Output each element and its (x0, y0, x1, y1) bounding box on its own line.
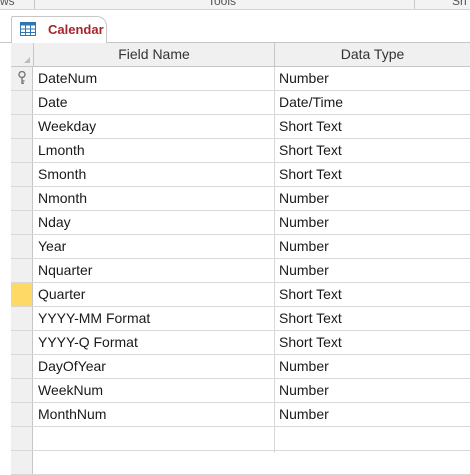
field-name-cell[interactable]: Nquarter (38, 259, 274, 282)
table-row[interactable]: Quarter Short Text (11, 283, 470, 307)
table-row[interactable]: YYYY-MM Format Short Text (11, 307, 470, 331)
data-type-cell[interactable]: Short Text (279, 307, 469, 330)
ribbon-group-labels: ws Tools Sh (0, 0, 470, 10)
data-type-cell[interactable] (279, 427, 469, 450)
primary-key-icon (18, 71, 26, 85)
data-type-cell[interactable]: Number (279, 379, 469, 402)
data-type-cell[interactable]: Short Text (279, 163, 469, 186)
row-selector[interactable] (11, 211, 33, 234)
table-row[interactable] (11, 427, 470, 451)
document-tab-bar: Calendar (0, 10, 470, 44)
field-name-cell[interactable]: Nday (38, 211, 274, 234)
field-name-cell[interactable]: YYYY-Q Format (38, 331, 274, 354)
table-row[interactable]: MonthNum Number (11, 403, 470, 427)
field-name-cell[interactable]: MonthNum (38, 403, 274, 426)
data-type-cell[interactable]: Number (279, 235, 469, 258)
field-name-cell[interactable]: YYYY-MM Format (38, 307, 274, 330)
row-selector[interactable] (11, 259, 33, 282)
row-selector[interactable] (11, 355, 33, 378)
row-selector[interactable] (11, 427, 33, 450)
field-name-cell[interactable]: Lmonth (38, 139, 274, 162)
tab-calendar[interactable]: Calendar (11, 16, 107, 43)
table-row[interactable]: Weekday Short Text (11, 115, 470, 139)
field-name-cell[interactable]: DateNum (38, 67, 274, 90)
field-name-cell[interactable] (38, 451, 274, 474)
table-row[interactable]: DateNum Number (11, 67, 470, 91)
data-type-cell[interactable]: Number (279, 211, 469, 234)
ribbon-group-right: Sh (452, 0, 467, 8)
field-name-cell[interactable]: Nmonth (38, 187, 274, 210)
table-row[interactable]: Year Number (11, 235, 470, 259)
table-row[interactable]: Date Date/Time (11, 91, 470, 115)
row-selector[interactable] (11, 139, 33, 162)
row-selector[interactable] (11, 163, 33, 186)
row-selector[interactable] (11, 187, 33, 210)
select-all-corner[interactable] (11, 43, 34, 66)
field-name-cell[interactable]: WeekNum (38, 379, 274, 402)
column-header-field-name[interactable]: Field Name (34, 43, 275, 66)
table-row[interactable]: Nmonth Number (11, 187, 470, 211)
ribbon-separator (414, 0, 415, 9)
data-type-cell[interactable]: Date/Time (279, 91, 469, 114)
field-name-cell[interactable] (38, 427, 274, 450)
row-selector[interactable] (11, 115, 33, 138)
row-selector[interactable] (11, 331, 33, 354)
field-name-cell[interactable]: Smonth (38, 163, 274, 186)
column-header-data-type[interactable]: Data Type (275, 43, 470, 66)
data-type-cell[interactable]: Short Text (279, 115, 469, 138)
row-selector[interactable] (11, 379, 33, 402)
field-name-cell[interactable]: Year (38, 235, 274, 258)
data-type-cell[interactable]: Number (279, 355, 469, 378)
table-row[interactable]: Nquarter Number (11, 259, 470, 283)
table-row[interactable]: YYYY-Q Format Short Text (11, 331, 470, 355)
table-row[interactable]: Lmonth Short Text (11, 139, 470, 163)
table-design-grid: Field Name Data Type DateNum Number Date Da… (11, 43, 470, 475)
data-type-cell[interactable] (279, 451, 469, 474)
table-row[interactable]: Smonth Short Text (11, 163, 470, 187)
table-icon (20, 22, 36, 36)
grid-header: Field Name Data Type (11, 43, 470, 67)
tab-calendar-label: Calendar (48, 22, 104, 37)
row-selector[interactable] (11, 403, 33, 426)
table-row[interactable] (11, 451, 470, 475)
field-name-cell[interactable]: DayOfYear (38, 355, 274, 378)
field-name-cell[interactable]: Quarter (38, 283, 274, 306)
data-type-cell[interactable]: Number (279, 67, 469, 90)
table-row[interactable]: WeekNum Number (11, 379, 470, 403)
data-type-cell[interactable]: Short Text (279, 331, 469, 354)
row-selector[interactable] (11, 67, 33, 90)
row-selector[interactable] (11, 451, 33, 474)
row-selector[interactable] (11, 307, 33, 330)
ribbon-group-tools: Tools (208, 0, 237, 8)
field-name-cell[interactable]: Date (38, 91, 274, 114)
column-divider (274, 67, 275, 453)
ribbon-separator (34, 0, 35, 9)
data-type-cell[interactable]: Number (279, 259, 469, 282)
table-row[interactable]: DayOfYear Number (11, 355, 470, 379)
data-type-cell[interactable]: Short Text (279, 139, 469, 162)
row-selector[interactable] (11, 91, 33, 114)
ribbon-group-left: ws (0, 0, 15, 8)
data-type-cell[interactable]: Short Text (279, 283, 469, 306)
data-type-cell[interactable]: Number (279, 403, 469, 426)
table-row[interactable]: Nday Number (11, 211, 470, 235)
row-selector[interactable] (11, 235, 33, 258)
grid-rows: DateNum Number Date Date/Time Weekday Short T… (11, 67, 470, 475)
data-type-cell[interactable]: Number (279, 187, 469, 210)
row-selector[interactable] (11, 283, 33, 306)
field-name-cell[interactable]: Weekday (38, 115, 274, 138)
